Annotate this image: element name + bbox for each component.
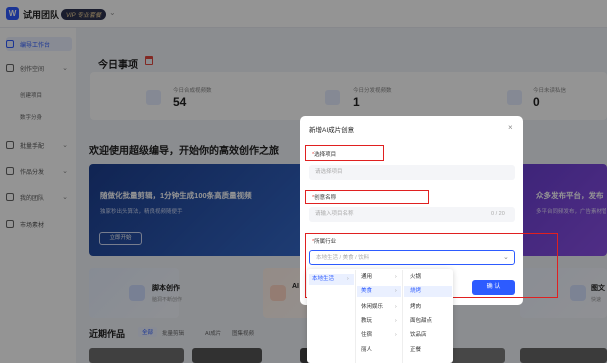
close-icon[interactable]: × (508, 123, 513, 132)
cascader-option[interactable]: 烤肉 (404, 302, 452, 313)
cascader-option[interactable]: 火锅 (404, 272, 452, 283)
char-counter: 0 / 20 (491, 211, 505, 217)
cascader-option[interactable]: 烧烤 (404, 286, 452, 297)
chevron-right-icon: › (347, 276, 349, 282)
chevron-right-icon: › (395, 274, 397, 280)
cascader-option[interactable]: 正餐 (404, 345, 452, 356)
column-divider (355, 270, 356, 363)
chevron-right-icon: › (395, 304, 397, 310)
cascader-option[interactable]: 面包甜点 (404, 316, 452, 327)
dialog-title: 新增AI成片创意 (309, 127, 355, 134)
cascader-option[interactable]: 丽人 (357, 345, 401, 356)
cascader-option[interactable]: 饮品店 (404, 330, 452, 341)
chevron-right-icon: › (395, 332, 397, 338)
project-select[interactable]: 请选择项目 (309, 165, 515, 180)
chevron-right-icon: › (395, 288, 397, 294)
name-input[interactable]: 请输入项目名称 (309, 207, 515, 222)
highlight-box (305, 145, 384, 161)
column-divider (402, 270, 403, 363)
chevron-right-icon: › (395, 318, 397, 324)
highlight-box (305, 190, 429, 204)
